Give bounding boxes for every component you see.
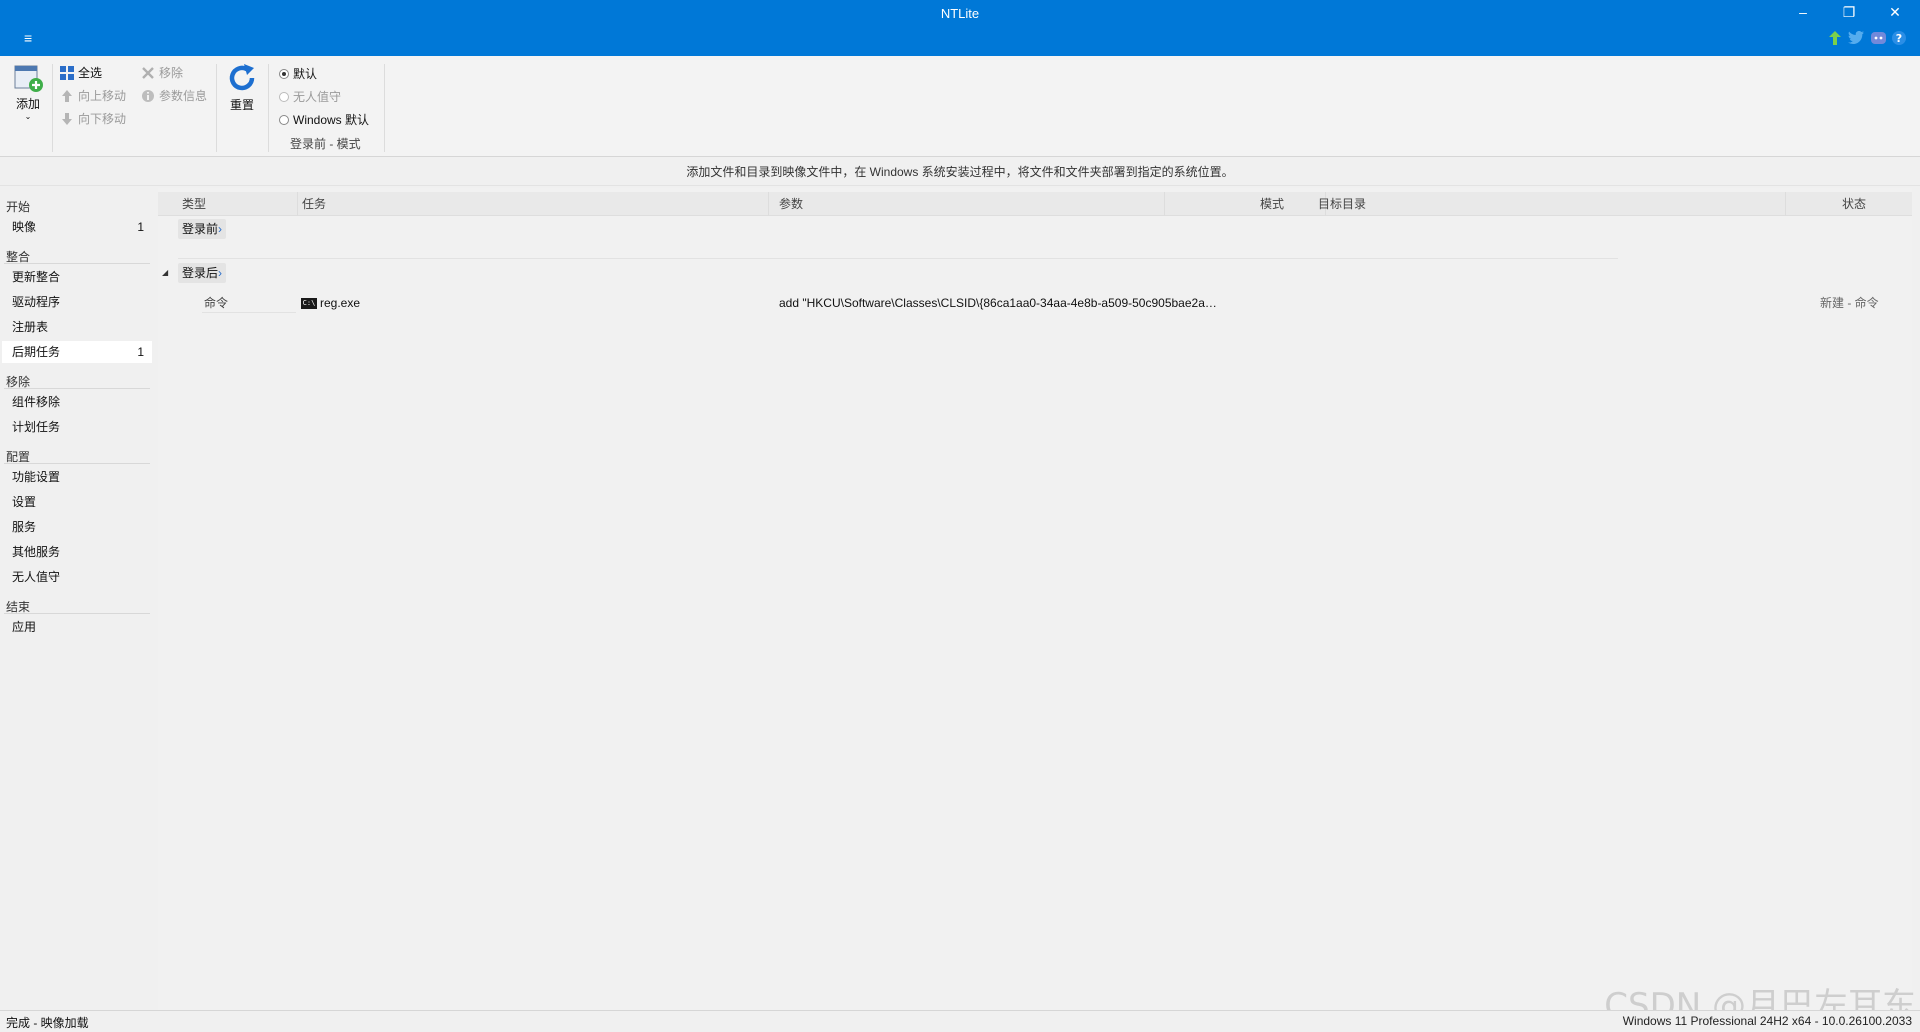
sidebar-item-label: 更新整合: [12, 270, 61, 284]
column-header-task[interactable]: 任务: [298, 192, 769, 216]
cell-task-text: reg.exe: [320, 296, 361, 310]
move-down-label: 向下移动: [78, 112, 127, 126]
move-up-button[interactable]: 向上移动: [60, 87, 126, 104]
update-icon[interactable]: [1826, 31, 1844, 49]
ribbon-toolbar: 添加 ⌄ 全选 向上移动 向下移动 移除 参数信息 重置 默认 无人值守 Win…: [0, 56, 1920, 157]
mode-radio-unattended[interactable]: 无人值守: [279, 88, 341, 105]
sidebar-item-label: 组件移除: [12, 395, 61, 409]
mode-group-label: 登录前 - 模式: [290, 137, 361, 151]
sidebar-item-post-setup[interactable]: 后期任务 1: [2, 341, 152, 363]
window-title: NTLite: [940, 6, 980, 21]
select-all-button[interactable]: 全选: [60, 64, 102, 81]
task-table: 类型 任务 参数 模式 目标目录 状态 登录前› ◢ 登录后› 命令 C:\ re…: [158, 188, 1912, 1010]
param-info-label: 参数信息: [159, 89, 208, 103]
cell-task: C:\ reg.exe: [301, 294, 360, 312]
grid-icon: [60, 65, 74, 80]
column-header-params[interactable]: 参数: [775, 192, 1165, 216]
sidebar-item-label: 设置: [12, 495, 37, 509]
sidebar-item-apply[interactable]: 应用: [2, 616, 152, 638]
group-header-pre-logon[interactable]: 登录前›: [178, 219, 227, 239]
group-label: 登录前: [182, 222, 219, 236]
sidebar-item-extra-services[interactable]: 其他服务: [2, 541, 152, 563]
sidebar-item-label: 注册表: [12, 320, 49, 334]
sidebar-item-features[interactable]: 功能设置: [2, 466, 152, 488]
chevron-right-icon: ›: [218, 266, 223, 280]
arrow-up-icon: [62, 89, 72, 102]
command-prompt-icon: C:\: [301, 298, 317, 310]
reset-button[interactable]: 重置: [225, 62, 259, 113]
mode-radio-default[interactable]: 默认: [279, 65, 317, 82]
sidebar-item-drivers[interactable]: 驱动程序: [2, 291, 152, 313]
move-up-label: 向上移动: [78, 89, 127, 103]
sidebar-item-count: 1: [137, 220, 144, 234]
sidebar-item-image[interactable]: 映像 1: [2, 216, 152, 238]
sidebar: 开始 映像 1 整合 更新整合 驱动程序 注册表 后期任务 1 移除 组件移除 …: [0, 188, 156, 1010]
status-bar: 完成 - 映像加载 Windows 11 Professional 24H2 x…: [0, 1010, 1920, 1032]
select-all-label: 全选: [78, 66, 103, 80]
info-icon: [142, 89, 154, 102]
sidebar-item-label: 驱动程序: [12, 295, 61, 309]
image-info-text: Windows 11 Professional 24H2 x64 - 10.0.…: [1622, 1014, 1912, 1028]
param-info-button[interactable]: 参数信息: [141, 87, 207, 104]
mode-default-label: 默认: [293, 67, 318, 81]
sidebar-item-settings[interactable]: 设置: [2, 491, 152, 513]
group-header-post-logon[interactable]: 登录后›: [178, 263, 227, 283]
column-header-target[interactable]: 目标目录: [1314, 192, 1786, 216]
sidebar-item-services[interactable]: 服务: [2, 516, 152, 538]
chevron-right-icon: ›: [218, 222, 223, 236]
sidebar-item-label: 应用: [12, 620, 37, 634]
twitter-icon[interactable]: [1847, 30, 1865, 49]
mode-radio-windows-default[interactable]: Windows 默认: [279, 111, 369, 128]
radio-indicator[interactable]: [279, 91, 289, 102]
page-description: 添加文件和目录到映像文件中，在 Windows 系统安装过程中，将文件和文件夹部…: [0, 158, 1920, 186]
remove-button[interactable]: 移除: [141, 64, 183, 81]
chevron-down-icon[interactable]: ⌄: [25, 113, 32, 121]
add-label: 添加: [15, 97, 40, 111]
group-label: 登录后: [182, 266, 219, 280]
help-icon[interactable]: ?: [1890, 31, 1908, 49]
cell-type: 命令: [204, 296, 229, 310]
sidebar-category-start: 开始: [6, 200, 31, 214]
discord-icon[interactable]: [1869, 31, 1887, 49]
cell-params: add "HKCU\Software\Classes\CLSID\{86ca1a…: [779, 296, 1217, 310]
sidebar-item-scheduled-tasks[interactable]: 计划任务: [2, 416, 152, 438]
sidebar-item-label: 后期任务: [12, 345, 61, 359]
mode-unattended-label: 无人值守: [293, 90, 342, 104]
sidebar-item-label: 功能设置: [12, 470, 61, 484]
close-button[interactable]: ✕: [1875, 4, 1915, 24]
sidebar-item-count: 1: [137, 345, 144, 359]
column-header-type[interactable]: 类型: [178, 192, 298, 216]
sidebar-item-label: 计划任务: [12, 420, 61, 434]
radio-indicator[interactable]: [279, 114, 289, 125]
sidebar-item-updates[interactable]: 更新整合: [2, 266, 152, 288]
move-down-button[interactable]: 向下移动: [60, 110, 126, 127]
sidebar-item-label: 无人值守: [12, 570, 61, 584]
restore-button[interactable]: ❐: [1829, 4, 1869, 24]
radio-indicator[interactable]: [279, 68, 289, 79]
svg-text:?: ?: [1896, 32, 1902, 45]
add-file-icon: [14, 65, 43, 92]
add-button[interactable]: 添加 ⌄: [10, 62, 46, 121]
sidebar-item-label: 其他服务: [12, 545, 61, 559]
reset-label: 重置: [229, 98, 254, 112]
arrow-down-icon: [62, 112, 72, 125]
remove-label: 移除: [159, 66, 184, 80]
sidebar-item-component-removal[interactable]: 组件移除: [2, 391, 152, 413]
collapse-triangle-icon[interactable]: ◢: [162, 264, 168, 282]
remove-x-icon: [142, 66, 154, 79]
mode-windows-default-label: Windows 默认: [293, 113, 370, 127]
sidebar-item-label: 映像: [12, 220, 37, 234]
column-header-status[interactable]: 状态: [1838, 192, 1912, 216]
minimize-button[interactable]: –: [1783, 4, 1823, 24]
sidebar-item-registry[interactable]: 注册表: [2, 316, 152, 338]
sidebar-item-unattended[interactable]: 无人值守: [2, 566, 152, 588]
title-bar: NTLite ≡ – ❐ ✕ ?: [0, 0, 1920, 56]
table-header: 类型 任务 参数 模式 目标目录 状态: [158, 192, 1912, 216]
cell-status: 新建 - 命令: [1820, 296, 1879, 310]
menu-icon[interactable]: ≡: [24, 31, 32, 45]
status-text: 完成 - 映像加载: [6, 1016, 89, 1030]
sidebar-item-label: 服务: [12, 520, 37, 534]
refresh-icon: [229, 64, 255, 91]
